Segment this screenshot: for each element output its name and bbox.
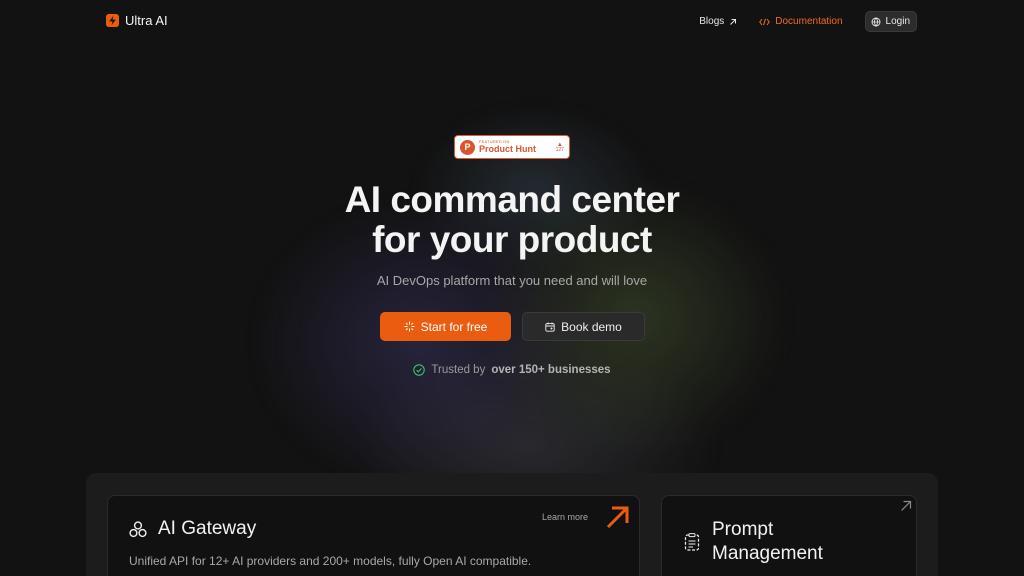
prompt-management-card[interactable]: Prompt Management — [661, 495, 917, 576]
product-hunt-logo-icon: P — [460, 139, 475, 155]
document-list-icon — [684, 533, 700, 551]
hero-background-glow — [160, 110, 880, 510]
check-circle-icon — [413, 364, 426, 376]
nav-documentation-link[interactable]: Documentation — [759, 16, 843, 27]
nav-blogs-link[interactable]: Blogs — [699, 16, 737, 27]
nav-documentation-label: Documentation — [775, 16, 843, 27]
product-hunt-badge[interactable]: P FEATURED ON Product Hunt ▲ 127 — [454, 135, 570, 159]
brand-name: Ultra AI — [125, 13, 168, 28]
code-icon — [759, 18, 771, 25]
nav-links: Blogs Documentation Login — [699, 11, 917, 32]
trusted-prefix: Trusted by — [431, 364, 486, 376]
vote-count: ▲ 127 — [556, 142, 564, 153]
brand[interactable]: Ultra AI — [106, 13, 168, 28]
book-demo-label: Book demo — [561, 319, 622, 334]
ai-gateway-description: Unified API for 12+ AI providers and 200… — [129, 554, 532, 568]
prompt-management-title: Prompt Management — [712, 518, 823, 566]
book-demo-button[interactable]: Book demo — [522, 312, 645, 341]
ai-gateway-card[interactable]: AI Gateway Learn more Unified API for 12… — [107, 495, 640, 576]
nodes-icon — [129, 521, 147, 538]
globe-icon — [871, 17, 880, 26]
login-label: Login — [885, 16, 910, 27]
product-hunt-name: Product Hunt — [479, 144, 536, 154]
nav-blogs-label: Blogs — [699, 16, 725, 27]
title-line-2: for your product — [372, 219, 652, 260]
trusted-by: Trusted by over 150+ businesses — [0, 364, 1024, 376]
page-title: AI command center for your product — [0, 180, 1024, 260]
product-hunt-text: FEATURED ON Product Hunt — [479, 140, 536, 154]
prompt-title-line-1: Prompt — [712, 519, 774, 540]
prompt-title-line-2: Management — [712, 543, 823, 564]
title-line-1: AI command center — [344, 179, 680, 220]
learn-more-link[interactable]: Learn more — [542, 512, 588, 522]
bolt-logo-icon — [106, 14, 119, 27]
ai-gateway-title: AI Gateway — [158, 518, 257, 539]
arrow-up-right-icon — [901, 500, 912, 511]
start-for-free-label: Start for free — [420, 319, 488, 334]
arrow-up-right-icon — [606, 506, 629, 529]
arrow-up-right-icon — [730, 18, 737, 25]
sparkle-icon — [404, 321, 415, 332]
top-nav: Ultra AI Blogs Documentation Login — [0, 0, 1024, 42]
trusted-count: over 150+ businesses — [491, 364, 611, 376]
cta-buttons: Start for free Book demo — [380, 312, 645, 341]
login-button[interactable]: Login — [864, 11, 917, 32]
start-for-free-button[interactable]: Start for free — [380, 312, 511, 341]
vote-count-value: 127 — [555, 146, 564, 153]
hero-subtitle: AI DevOps platform that you need and wil… — [376, 273, 648, 288]
calendar-icon — [545, 322, 555, 332]
